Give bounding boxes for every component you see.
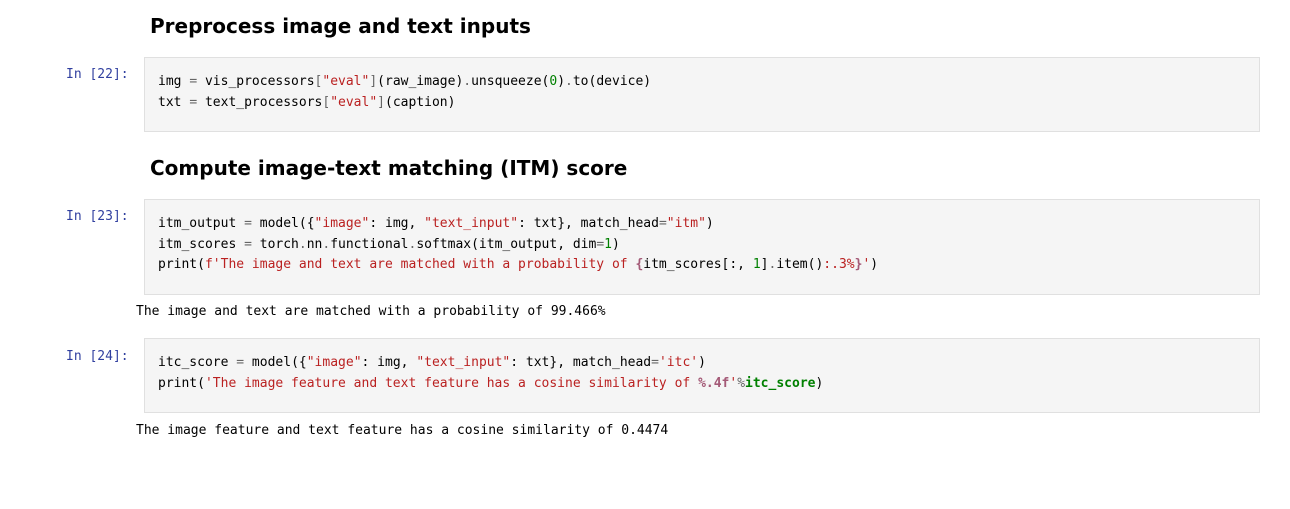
code-line: txt = text_processors["eval"](caption) [158,93,1246,114]
code-token: 'itc' [658,355,699,370]
code-token: : txt}, match_head [518,216,659,231]
code-token: % [737,375,746,391]
code-token: . [298,236,307,252]
code-line: img = vis_processors["eval"](raw_image).… [158,72,1246,93]
heading-preprocess: Preprocess image and text inputs [150,14,531,38]
code-token: model({ [244,355,307,370]
code-token: "itm" [666,216,706,231]
code-cell[interactable]: itm_output = model({"image": img, "text_… [144,199,1260,295]
code-token: "image" [314,216,370,231]
code-token: "eval" [330,94,378,110]
code-token: = [651,355,659,370]
cell-prompt: In [23]: [66,209,129,224]
heading-itm: Compute image-text matching (ITM) score [150,156,628,180]
code-token: unsqueeze( [471,74,550,89]
code-token: txt [158,94,190,110]
code-line: print('The image feature and text featur… [158,374,1246,395]
code-token: ) [557,74,566,89]
code-token: = [658,216,667,231]
cell-output: The image feature and text feature has a… [136,423,669,438]
code-line: itm_scores = torch.nn.functional.softmax… [158,235,1246,256]
code-cell[interactable]: itc_score = model({"image": img, "text_i… [144,338,1260,413]
code-token: itm_scores [158,236,245,252]
code-token: (caption) [385,94,456,110]
code-token: 'The image feature and text feature has … [204,375,699,391]
code-token: ) [698,355,706,370]
code-token: 1 [752,257,761,272]
code-token: (raw_image) [377,74,464,89]
code-token: = [244,236,252,252]
code-token: "text_input" [416,355,511,370]
code-token: = [189,94,198,110]
code-token: model({ [251,216,315,231]
code-token: itc_score [745,375,816,391]
code-token: print( [158,375,205,391]
code-token: "image" [306,355,362,370]
cell-output: The image and text are matched with a pr… [136,304,606,319]
cell-prompt: In [24]: [66,349,129,364]
code-token: ] [377,94,385,110]
code-token: nn [306,236,323,252]
code-token: print( [158,257,205,272]
code-token: ) [870,257,879,272]
code-token: : img, [369,216,425,231]
code-token: = [189,74,198,89]
code-token: itc_score [158,355,237,370]
code-token: ) [705,216,714,231]
code-token: to(device) [572,74,652,89]
code-token: : img, [361,355,417,370]
code-token: ) [815,375,824,391]
code-token: = [596,236,605,252]
code-token: ] [760,257,769,272]
code-token: item() [776,257,824,272]
code-token: = [236,355,245,370]
code-line: itc_score = model({"image": img, "text_i… [158,353,1246,374]
code-token: torch [251,236,299,252]
code-token: ] [369,74,378,89]
code-token: functional [330,236,409,252]
code-cell[interactable]: img = vis_processors["eval"](raw_image).… [144,57,1260,132]
code-token: :.3% [823,257,855,272]
code-token: 1 [604,236,612,252]
code-token: vis_processors [197,74,315,89]
code-token: ) [611,236,620,252]
code-token: softmax(itm_output, dim [416,236,597,252]
code-token: img [158,74,190,89]
code-token: "eval" [322,74,370,89]
code-token: itm_scores[:, [643,257,753,272]
code-token: . [463,74,472,89]
code-token: %.4f [698,375,730,391]
cell-prompt: In [22]: [66,67,129,82]
code-line: itm_output = model({"image": img, "text_… [158,214,1246,235]
code-token: f'The image and text are matched with a … [204,257,636,272]
code-token: . [565,74,573,89]
code-token: "text_input" [424,216,519,231]
code-token: = [244,216,252,231]
code-token: text_processors [197,94,323,110]
code-token: : txt}, match_head [510,355,652,370]
code-token: itm_output [158,216,245,231]
code-line: print(f'The image and text are matched w… [158,255,1246,276]
